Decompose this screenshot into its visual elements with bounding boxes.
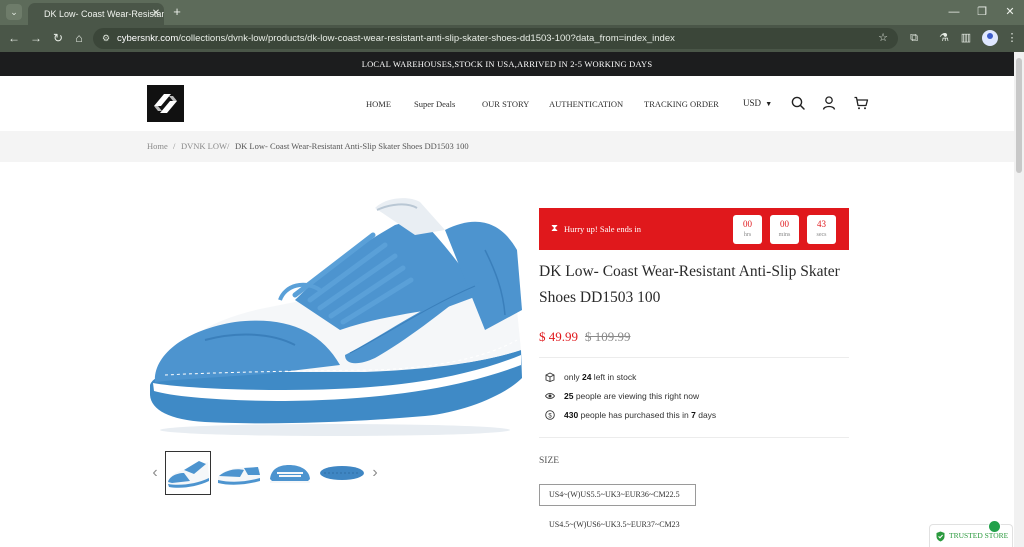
sale-price: $ 49.99 [539,329,578,344]
caret-down-icon: ▼ [765,100,773,108]
thumbnail-image [270,465,310,483]
breadcrumb: Home / DVNK LOW / DK Low- Coast Wear-Res… [0,131,1014,162]
verified-badge-icon [988,520,1001,533]
countdown-seconds-unit: secs [816,232,827,238]
eye-icon [545,393,555,399]
box-icon [545,372,555,382]
breadcrumb-home[interactable]: Home [147,131,168,162]
dollar-coin-icon: $ [545,410,555,420]
reload-icon[interactable]: ↻ [50,30,66,46]
labs-flask-icon[interactable]: ⚗ [936,30,952,46]
product-title: DK Low- Coast Wear-Resistant Anti-Slip S… [539,263,840,306]
countdown-seconds-value: 43 [817,219,826,229]
extensions-icon[interactable]: ⧉ [906,30,922,46]
tab-search-icon[interactable]: ⌄ [6,4,22,20]
thumbnail-image [320,466,364,480]
thumbnail-3[interactable] [267,451,313,495]
thumbnail-image [218,467,260,485]
countdown-minutes-value: 00 [780,219,789,229]
product-main-image[interactable] [145,190,525,445]
restore-icon[interactable]: ❐ [974,4,990,20]
close-window-icon[interactable]: ✕ [1002,4,1018,20]
size-label: SIZE [539,456,560,466]
thumbnail-image [168,461,209,488]
trusted-store-label: TRUSTED STORE [949,531,1009,540]
svg-text:$: $ [548,413,552,419]
announcement-bar: LOCAL WAREHOUSES,STOCK IN USA,ARRIVED IN… [0,52,1014,76]
breadcrumb-separator: / [227,141,230,151]
site-info-icon[interactable]: ⚙ [99,31,113,45]
new-tab-icon[interactable]: + [170,4,184,20]
tab-title: DK Low- Coast Wear-Resistant [44,9,164,19]
cart-icon[interactable] [853,95,869,111]
breadcrumb-collection[interactable]: DVNK LOW [181,131,227,162]
countdown-hours-unit: hrs [743,232,752,238]
browser-tab[interactable]: DK Low- Coast Wear-Resistant [28,3,164,25]
thumbnail-1[interactable] [165,451,211,495]
sale-countdown-banner: ⧗ Hurry up! Sale ends in 00 hrs 00 mins … [539,208,849,250]
logo-mark-icon [154,94,177,113]
browser-tab-strip: ⌄ DK Low- Coast Wear-Resistant ✕ + — ❐ ✕ [0,0,1024,25]
divider [539,357,849,358]
sale-label: Hurry up! Sale ends in [564,224,641,234]
hourglass-icon: ⧗ [551,223,559,234]
store-logo[interactable] [147,85,184,122]
account-icon[interactable] [821,95,837,111]
side-panel-icon[interactable]: ▥ [958,30,974,46]
currency-label: USD [743,98,762,108]
nav-authentication[interactable]: AUTHENTICATION [549,97,623,111]
countdown-hours: 00 hrs [733,215,762,244]
nav-super-deals[interactable]: Super Deals [414,97,455,111]
thumbnail-prev-arrow-icon[interactable]: ‹ [150,463,160,483]
home-icon[interactable]: ⌂ [71,30,87,46]
countdown-hours-value: 00 [743,219,752,229]
nav-our-story[interactable]: OUR STORY [482,97,529,111]
page-scrollbar-thumb[interactable] [1016,58,1022,173]
compare-price: $ 109.99 [585,329,631,344]
thumbnail-2[interactable] [216,451,262,495]
viewers-text: 25 people are viewing this right now [564,391,700,401]
minimize-icon[interactable]: — [946,4,962,20]
breadcrumb-separator: / [173,141,176,151]
url-text[interactable]: cybersnkr.com/collections/dvnk-low/produ… [117,28,675,49]
currency-selector[interactable]: USD ▼ [743,96,772,111]
size-option-selected[interactable]: US4~(W)US5.5~UK3~EUR36~CM22.5 [539,484,696,506]
thumbnail-4[interactable] [318,451,364,495]
site-header: HOME Super Deals OUR STORY AUTHENTICATIO… [0,76,1014,131]
purchases-text: 430 people has purchased this in 7 days [564,410,717,420]
bookmark-star-icon[interactable]: ☆ [876,31,890,45]
countdown-minutes-unit: mins [778,232,791,238]
tab-close-icon[interactable]: ✕ [150,3,162,25]
forward-icon[interactable]: → [28,30,44,46]
address-bar[interactable]: ⚙ cybersnkr.com/collections/dvnk-low/pro… [93,28,898,49]
divider [539,437,849,438]
nav-tracking-order[interactable]: TRACKING ORDER [644,97,719,111]
thumbnail-next-arrow-icon[interactable]: › [370,463,380,483]
profile-avatar-icon[interactable] [982,30,998,46]
trusted-store-badge[interactable]: TRUSTED STORE [929,520,1013,547]
search-icon[interactable] [790,95,806,111]
countdown-minutes: 00 mins [770,215,799,244]
size-option[interactable]: US4.5~(W)US6~UK3.5~EUR37~CM23 [549,515,680,535]
nav-home[interactable]: HOME [366,97,391,111]
countdown-seconds: 43 secs [807,215,836,244]
back-icon[interactable]: ← [6,30,22,46]
breadcrumb-current: DK Low- Coast Wear-Resistant Anti-Slip S… [235,141,469,151]
shield-check-icon [936,531,945,542]
browser-toolbar: ← → ↻ ⌂ ⚙ cybersnkr.com/collections/dvnk… [0,25,1024,52]
stock-text: only 24 left in stock [564,372,637,382]
browser-menu-icon[interactable]: ⋮ [1004,30,1020,46]
